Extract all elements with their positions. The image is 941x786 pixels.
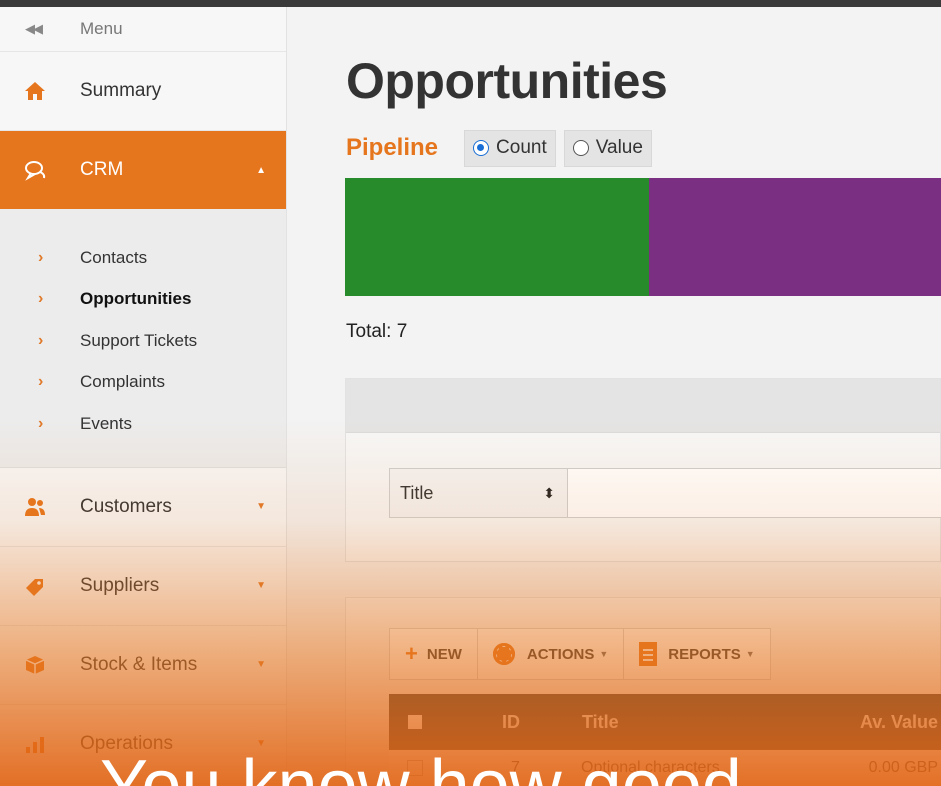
sidebar-item-crm[interactable]: CRM ▲ [0,131,286,209]
top-bar [0,0,941,7]
sidebar-item-suppliers[interactable]: Suppliers ▼ [0,547,286,626]
crm-submenu: › Contacts › Opportunities › Support Tic… [0,209,286,468]
sort-arrows-icon: ⬍ [543,484,555,501]
tag-icon [0,574,80,598]
caret-down-icon: ▼ [256,580,266,591]
cell-av-value: 0.00 GBP [868,759,938,776]
radio-unselected-icon [572,140,589,156]
pipeline-count-radio[interactable]: Count [464,129,556,167]
chevron-right-icon: › [38,248,44,266]
subitem-label: Complaints [80,372,166,392]
new-button[interactable]: + NEW [390,629,478,679]
chevron-right-icon: › [38,414,44,432]
main-content: Opportunities Pipeline Count Value Total… [288,7,941,786]
new-button-label: NEW [426,645,462,663]
radio-label: Value [595,137,643,158]
actions-button-label: ACTIONS [526,645,595,663]
actions-button[interactable]: ACTIONS ▼ [478,629,625,679]
sidebar: ◀◀ Menu Summary CRM ▲ › Contacts › Oppor… [0,7,287,786]
pipeline-total: Total: 7 [346,321,408,342]
chevron-right-icon: › [38,290,44,308]
pipeline-label: Pipeline [346,134,439,161]
radio-selected-icon [473,140,490,156]
page-title: Opportunities [346,53,668,109]
caret-down-icon: ▼ [256,659,266,670]
filter-value-input[interactable] [568,469,941,517]
sidebar-item-customers[interactable]: Customers ▼ [0,468,286,547]
sidebar-subitem-contacts[interactable]: › Contacts [0,237,286,279]
pipeline-segment-green[interactable] [345,178,649,296]
gear-icon [492,643,515,665]
document-icon [639,642,658,666]
chevron-right-icon: › [38,331,44,349]
filter-field-value: Title [400,482,434,503]
sidebar-item-label: Suppliers [80,574,160,596]
sidebar-item-summary[interactable]: Summary [0,52,286,131]
filter-row: Title ⬍ [389,468,941,518]
subitem-label: Opportunities [80,289,192,309]
chevron-right-icon: › [38,373,44,391]
list-toolbar: + NEW ACTIONS ▼ REPORTS ▼ [389,628,771,680]
sidebar-item-label: CRM [80,159,124,180]
pipeline-controls: Pipeline Count Value [346,129,660,167]
menu-header[interactable]: ◀◀ Menu [0,7,286,52]
collapse-menu-icon[interactable]: ◀◀ [0,21,80,37]
menu-label: Menu [80,19,123,38]
filter-field-select[interactable]: Title ⬍ [390,469,568,517]
users-icon [0,495,80,519]
sidebar-item-stock-items[interactable]: Stock & Items ▼ [0,626,286,705]
subitem-label: Contacts [80,247,148,267]
promo-caption: You know how good [100,746,742,786]
column-header-av-value[interactable]: Av. Value [798,712,941,733]
home-icon [0,79,80,103]
column-header-id[interactable]: ID [458,712,582,733]
sidebar-item-label: Customers [80,495,172,517]
plus-icon: + [405,641,418,666]
pipeline-bar [345,178,941,296]
caret-down-icon: ▼ [599,649,609,659]
sidebar-subitem-opportunities[interactable]: › Opportunities [0,279,286,321]
pipeline-segment-purple[interactable] [649,178,941,296]
filter-panel: Title ⬍ [345,378,941,562]
pipeline-value-radio[interactable]: Value [563,129,652,167]
reports-button[interactable]: REPORTS ▼ [624,629,769,679]
reports-button-label: REPORTS [668,645,741,663]
sidebar-item-label: Summary [80,80,162,101]
caret-down-icon: ▼ [256,501,266,512]
bar-chart-icon [0,732,80,756]
caret-up-icon: ▲ [256,164,266,176]
column-header-title[interactable]: Title [582,712,798,733]
radio-label: Count [496,137,547,158]
subitem-label: Support Tickets [80,330,198,350]
sidebar-subitem-events[interactable]: › Events [0,403,286,445]
chat-icon [0,158,80,182]
table-header: ID Title Av. Value [389,694,941,750]
subitem-label: Events [80,413,132,433]
box-icon [0,653,80,677]
sidebar-subitem-support-tickets[interactable]: › Support Tickets [0,320,286,362]
sidebar-subitem-complaints[interactable]: › Complaints [0,362,286,404]
select-all-checkbox[interactable] [408,715,422,729]
sidebar-item-label: Stock & Items [80,653,198,675]
filter-panel-header [346,379,940,433]
caret-down-icon: ▼ [745,649,755,659]
